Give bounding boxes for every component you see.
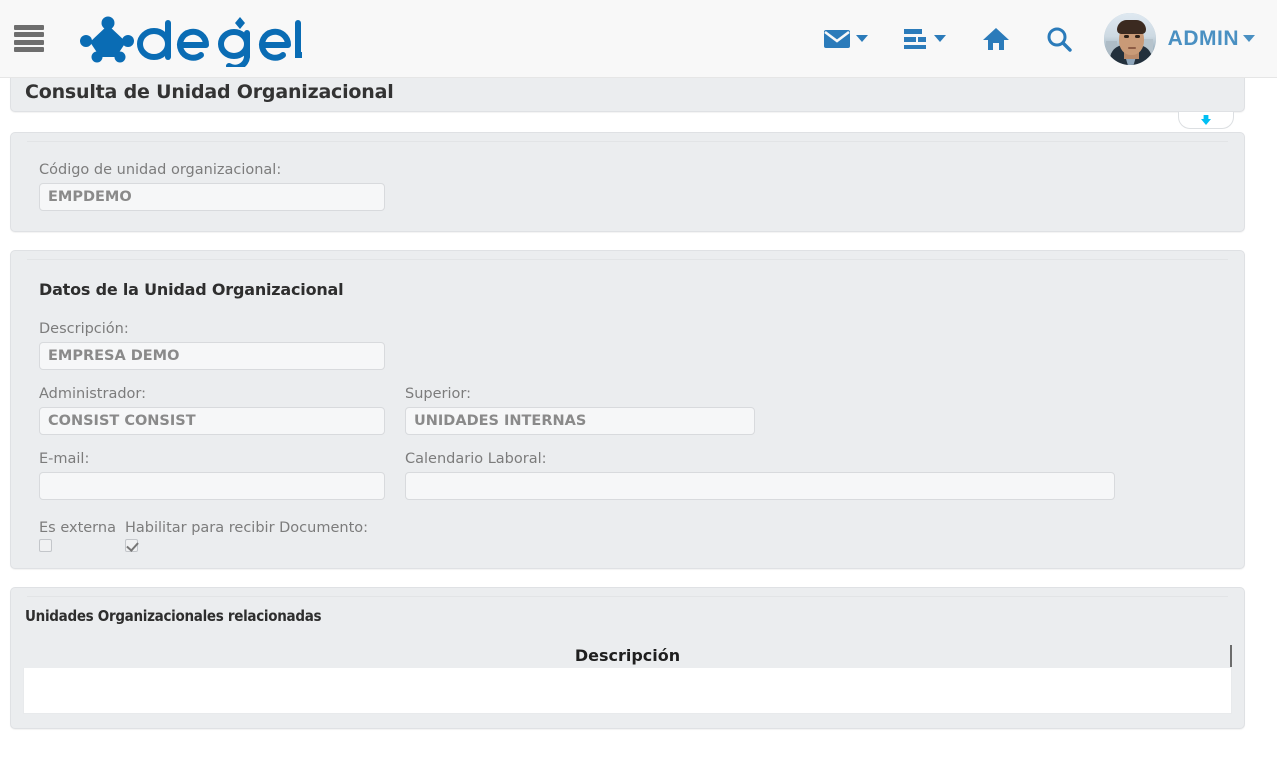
- column-resize-handle[interactable]: [1230, 645, 1232, 667]
- unidades-relacionadas-panel: Unidades Organizacionales relacionadas D…: [10, 587, 1245, 729]
- hamburger-bar: [14, 32, 44, 38]
- home-icon[interactable]: [982, 26, 1010, 52]
- page-content: Consulta de Unidad Organizacional Código…: [0, 78, 1277, 769]
- arrow-down-icon: [1201, 115, 1211, 125]
- avatar[interactable]: [1103, 12, 1156, 65]
- top-header-bar: ADMIN: [0, 0, 1277, 78]
- hamburger-bar: [14, 24, 44, 30]
- mail-icon[interactable]: [823, 29, 868, 49]
- grid-body-empty[interactable]: [23, 668, 1232, 714]
- collapse-panel-button[interactable]: [1178, 112, 1234, 129]
- page-title: Consulta de Unidad Organizacional: [25, 81, 394, 103]
- datos-heading: Datos de la Unidad Organizacional: [39, 280, 344, 299]
- descripcion-input[interactable]: [39, 342, 385, 370]
- es-externa-checkbox[interactable]: [39, 539, 52, 552]
- user-menu-label: ADMIN: [1167, 26, 1239, 50]
- superior-input[interactable]: [405, 407, 755, 435]
- user-menu-button[interactable]: ADMIN: [1168, 27, 1255, 51]
- chevron-down-icon[interactable]: [855, 35, 868, 42]
- administrador-input[interactable]: [39, 407, 385, 435]
- codigo-input[interactable]: [39, 183, 385, 211]
- email-input[interactable]: [39, 472, 385, 500]
- superior-label: Superior:: [405, 386, 471, 402]
- hamburger-bar: [14, 47, 44, 53]
- grid-column-header-descripcion[interactable]: Descripción: [575, 646, 680, 665]
- header-actions: ADMIN: [806, 0, 1277, 78]
- hamburger-menu-icon[interactable]: [14, 24, 44, 53]
- administrador-label: Administrador:: [39, 386, 146, 402]
- codigo-label: Código de unidad organizacional:: [39, 162, 282, 178]
- email-label: E-mail:: [39, 451, 90, 467]
- brand-logo-degel[interactable]: [70, 10, 302, 68]
- tasks-icon[interactable]: [903, 28, 946, 50]
- search-icon[interactable]: [1046, 26, 1072, 52]
- checkbox-group: Es externa Habilitar para recibir Docume…: [39, 520, 1228, 552]
- habilitar-documento-label: Habilitar para recibir Documento:: [125, 520, 369, 536]
- page-title-panel: Consulta de Unidad Organizacional: [10, 78, 1245, 129]
- relaciones-heading: Unidades Organizacionales relacionadas: [25, 607, 322, 625]
- relaciones-grid: Descripción: [23, 643, 1232, 714]
- es-externa-label: Es externa: [39, 520, 116, 536]
- calendario-laboral-label: Calendario Laboral:: [405, 451, 547, 467]
- chevron-down-icon[interactable]: [1243, 35, 1255, 42]
- codigo-panel: Código de unidad organizacional:: [10, 132, 1245, 232]
- datos-unidad-panel: Datos de la Unidad Organizacional Descri…: [10, 250, 1245, 569]
- chevron-down-icon[interactable]: [933, 35, 946, 42]
- hamburger-bar: [14, 39, 44, 45]
- descripcion-label: Descripción:: [39, 321, 129, 337]
- calendario-laboral-input[interactable]: [405, 472, 1115, 500]
- habilitar-documento-checkbox[interactable]: [125, 539, 138, 552]
- grid-header-row: Descripción: [23, 643, 1232, 668]
